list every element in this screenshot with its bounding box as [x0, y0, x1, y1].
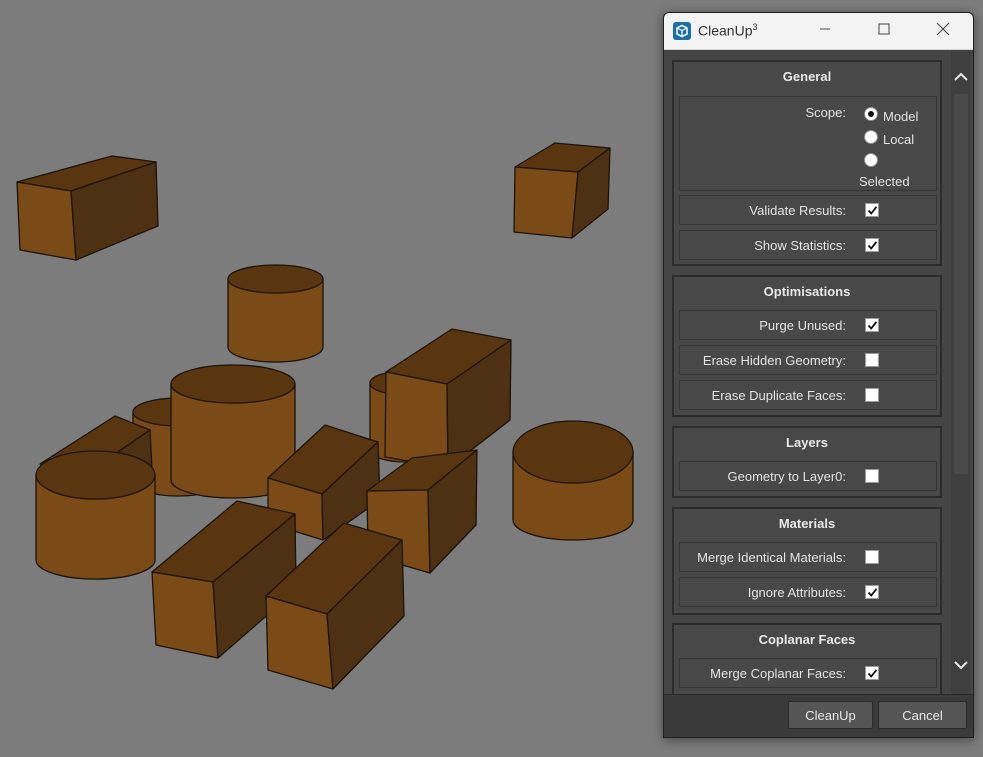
- group-title-coplanar-faces: Coplanar Faces: [758, 632, 856, 647]
- group-materials: Materials Merge Identical Materials: Ign…: [672, 507, 942, 615]
- minimize-button[interactable]: [801, 13, 849, 49]
- checkmark-icon: [867, 587, 877, 597]
- options-panel[interactable]: General Scope: Model Local Selected Vali…: [664, 50, 973, 694]
- scope-row: Scope: Model Local Selected: [679, 96, 937, 191]
- purge-unused-checkbox[interactable]: [865, 318, 879, 332]
- validate-results-row: Validate Results:: [679, 195, 937, 225]
- cancel-button[interactable]: Cancel: [878, 701, 967, 729]
- radio-label-model[interactable]: Model: [883, 109, 918, 124]
- close-icon: [936, 22, 950, 41]
- erase-hidden-geometry-label: Erase Hidden Geometry:: [702, 353, 846, 368]
- show-statistics-checkbox[interactable]: [865, 238, 879, 252]
- ignore-attributes-label: Ignore Attributes:: [747, 585, 846, 600]
- sketchup-icon: [672, 21, 692, 41]
- merge-coplanar-faces-label: Merge Coplanar Faces:: [710, 666, 846, 681]
- button-bar: CleanUp Cancel: [664, 694, 973, 737]
- box-object: [513, 142, 611, 239]
- box-object: [16, 155, 159, 261]
- chevron-down-icon: [953, 657, 969, 675]
- group-title-general: General: [782, 69, 832, 84]
- cylinder-object: [512, 420, 634, 541]
- group-optimisations: Optimisations Purge Unused: Erase Hidden…: [672, 275, 942, 417]
- scope-label: Scope:: [805, 105, 846, 120]
- show-statistics-row: Show Statistics:: [679, 230, 937, 260]
- cleanup-dialog: CleanUp3 General Scope: Model Local Sele…: [663, 12, 974, 738]
- checkmark-icon: [867, 668, 877, 678]
- show-statistics-label: Show Statistics:: [754, 238, 846, 253]
- window-title: CleanUp3: [698, 22, 758, 39]
- cleanup-button[interactable]: CleanUp: [788, 701, 873, 729]
- merge-identical-materials-label: Merge Identical Materials:: [697, 550, 846, 565]
- box-object: [384, 328, 512, 469]
- radio-label-selected[interactable]: Selected: [859, 174, 910, 189]
- geometry-to-layer0-checkbox[interactable]: [865, 469, 879, 483]
- maximize-button[interactable]: [860, 13, 908, 49]
- radio-scope-local[interactable]: [864, 130, 878, 144]
- group-coplanar-faces: Coplanar Faces Merge Coplanar Faces:: [672, 623, 942, 694]
- checkmark-icon: [867, 205, 877, 215]
- erase-duplicate-faces-checkbox[interactable]: [865, 388, 879, 402]
- checkmark-icon: [867, 320, 877, 330]
- chevron-up-icon: [953, 69, 969, 87]
- radio-scope-model[interactable]: [864, 107, 878, 121]
- ignore-attributes-checkbox[interactable]: [865, 585, 879, 599]
- erase-duplicate-faces-label: Erase Duplicate Faces:: [711, 388, 846, 403]
- title-bar[interactable]: CleanUp3: [664, 13, 973, 50]
- erase-duplicate-faces-row: Erase Duplicate Faces:: [679, 380, 937, 410]
- validate-results-label: Validate Results:: [749, 203, 846, 218]
- group-title-optimisations: Optimisations: [763, 284, 851, 299]
- minimize-icon: [819, 22, 831, 40]
- geometry-to-layer0-row: Geometry to Layer0:: [679, 461, 937, 491]
- merge-identical-materials-checkbox[interactable]: [865, 550, 879, 564]
- validate-results-checkbox[interactable]: [865, 203, 879, 217]
- group-general: General Scope: Model Local Selected Vali…: [672, 60, 942, 266]
- scroll-up-button[interactable]: [951, 66, 971, 90]
- close-button[interactable]: [919, 13, 967, 49]
- group-title-layers: Layers: [786, 435, 828, 450]
- group-layers: Layers Geometry to Layer0:: [672, 426, 942, 498]
- merge-coplanar-faces-checkbox[interactable]: [865, 666, 879, 680]
- erase-hidden-geometry-row: Erase Hidden Geometry:: [679, 345, 937, 375]
- purge-unused-label: Purge Unused:: [759, 318, 846, 333]
- geometry-to-layer0-label: Geometry to Layer0:: [727, 469, 847, 484]
- purge-unused-row: Purge Unused:: [679, 310, 937, 340]
- group-title-materials: Materials: [778, 516, 836, 531]
- maximize-icon: [878, 22, 890, 40]
- cylinder-object: [35, 450, 156, 580]
- scroll-down-button[interactable]: [951, 654, 971, 678]
- merge-coplanar-faces-row: Merge Coplanar Faces:: [679, 658, 937, 688]
- checkmark-icon: [867, 240, 877, 250]
- radio-scope-selected[interactable]: [864, 153, 878, 167]
- erase-hidden-geometry-checkbox[interactable]: [865, 353, 879, 367]
- cylinder-object: [227, 264, 324, 363]
- ignore-attributes-row: Ignore Attributes:: [679, 577, 937, 607]
- scrollbar-thumb[interactable]: [954, 94, 968, 474]
- merge-identical-materials-row: Merge Identical Materials:: [679, 542, 937, 572]
- radio-label-local[interactable]: Local: [883, 132, 914, 147]
